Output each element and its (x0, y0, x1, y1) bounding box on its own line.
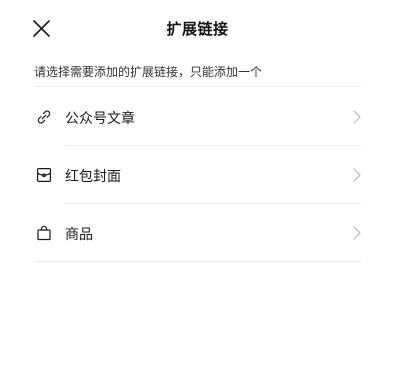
list-item-label: 公众号文章 (65, 111, 135, 127)
chevron-right-icon (353, 168, 361, 182)
divider (34, 261, 361, 262)
chevron-right-icon (353, 110, 361, 124)
list-item-label: 商品 (65, 227, 93, 243)
shopping-bag-icon (37, 225, 51, 241)
list-item-label: 红包封面 (65, 169, 121, 185)
red-packet-cover-icon (37, 168, 52, 183)
divider (34, 86, 361, 87)
list-item-article[interactable]: 公众号文章 (0, 88, 395, 146)
link-icon (37, 110, 51, 124)
list-item-red-packet-cover[interactable]: 红包封面 (0, 146, 395, 204)
header: 扩展链接 (0, 0, 395, 58)
chevron-right-icon (353, 226, 361, 240)
list-item-product[interactable]: 商品 (0, 204, 395, 262)
instruction-text: 请选择需要添加的扩展链接，只能添加一个 (34, 65, 263, 79)
extension-link-list: 公众号文章 红包封面 商品 (0, 88, 395, 262)
page-title: 扩展链接 (166, 20, 229, 38)
